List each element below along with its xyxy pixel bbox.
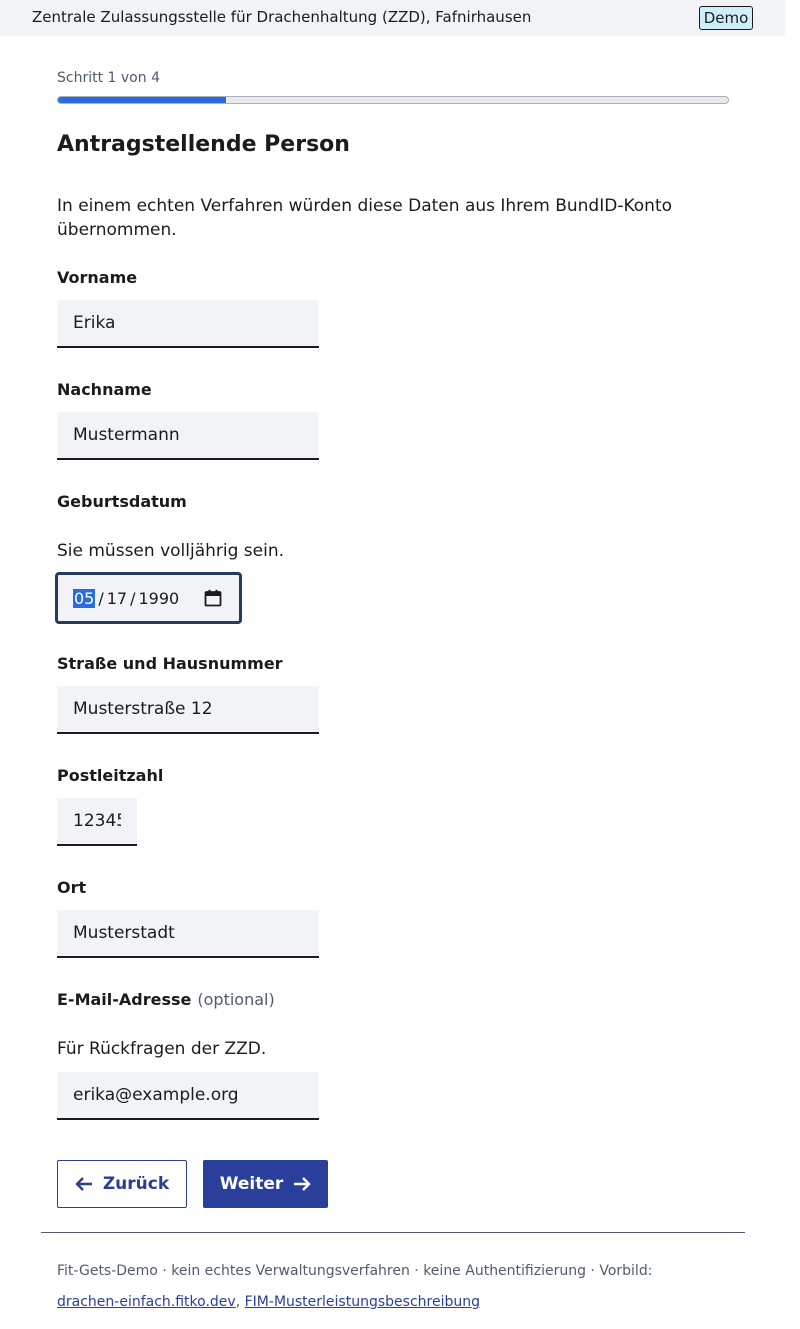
progress-bar	[57, 96, 729, 104]
footer-text: Fit-Gets-Demo · kein echtes Verwaltungsv…	[57, 1263, 653, 1279]
date-year-segment[interactable]: 1990	[139, 589, 180, 608]
plz-input[interactable]	[57, 798, 137, 846]
top-bar: Zentrale Zulassungsstelle für Drachenhal…	[0, 0, 785, 36]
date-separator: /	[130, 588, 136, 608]
next-button-label: Weiter	[219, 1174, 284, 1194]
intro-text: In einem echten Verfahren würden diese D…	[57, 196, 673, 240]
demo-badge: Demo	[699, 6, 753, 30]
back-button-label: Zurück	[102, 1174, 170, 1194]
footer-link-fim[interactable]: FIM-Musterleistungsbeschreibung	[245, 1294, 480, 1310]
footer-separator: ,	[235, 1294, 241, 1310]
nachname-input[interactable]	[57, 412, 319, 460]
strasse-input[interactable]	[57, 686, 319, 734]
date-month-segment[interactable]: 05	[73, 588, 96, 608]
page-title: Antragstellende Person	[57, 132, 350, 157]
geburtsdatum-label: Geburtsdatum	[57, 492, 187, 511]
next-button[interactable]: Weiter	[203, 1160, 328, 1208]
footer-link-drachen-einfach[interactable]: drachen-einfach.fitko.dev	[57, 1294, 236, 1310]
step-indicator: Schritt 1 von 4	[57, 70, 160, 86]
email-hint: Für Rückfragen der ZZD.	[57, 1039, 267, 1059]
vorname-label: Vorname	[57, 268, 138, 287]
footer: Fit-Gets-Demo · kein echtes Verwaltungsv…	[57, 1256, 757, 1318]
email-label: E-Mail-Adresse (optional)	[57, 990, 275, 1009]
geburtsdatum-hint: Sie müssen volljährig sein.	[57, 541, 285, 561]
date-day-segment[interactable]: 17	[107, 589, 127, 608]
footer-divider	[41, 1232, 745, 1233]
optional-marker: (optional)	[197, 990, 275, 1009]
nachname-label: Nachname	[57, 380, 152, 399]
arrow-left-icon	[75, 1177, 92, 1191]
plz-label: Postleitzahl	[57, 766, 164, 785]
back-button[interactable]: Zurück	[57, 1160, 187, 1208]
ort-label: Ort	[57, 878, 87, 897]
geburtsdatum-input[interactable]: 05 / 17 / 1990	[55, 572, 242, 624]
agency-name: Zentrale Zulassungsstelle für Drachenhal…	[32, 8, 532, 26]
ort-input[interactable]	[57, 910, 319, 958]
email-label-text: E-Mail-Adresse	[57, 990, 192, 1009]
arrow-right-icon	[294, 1177, 311, 1191]
calendar-icon[interactable]	[204, 589, 222, 607]
date-separator: /	[98, 588, 104, 608]
vorname-input[interactable]	[57, 300, 319, 348]
progress-fill	[58, 97, 226, 103]
strasse-label: Straße und Hausnummer	[57, 654, 283, 673]
email-input[interactable]	[57, 1072, 319, 1120]
